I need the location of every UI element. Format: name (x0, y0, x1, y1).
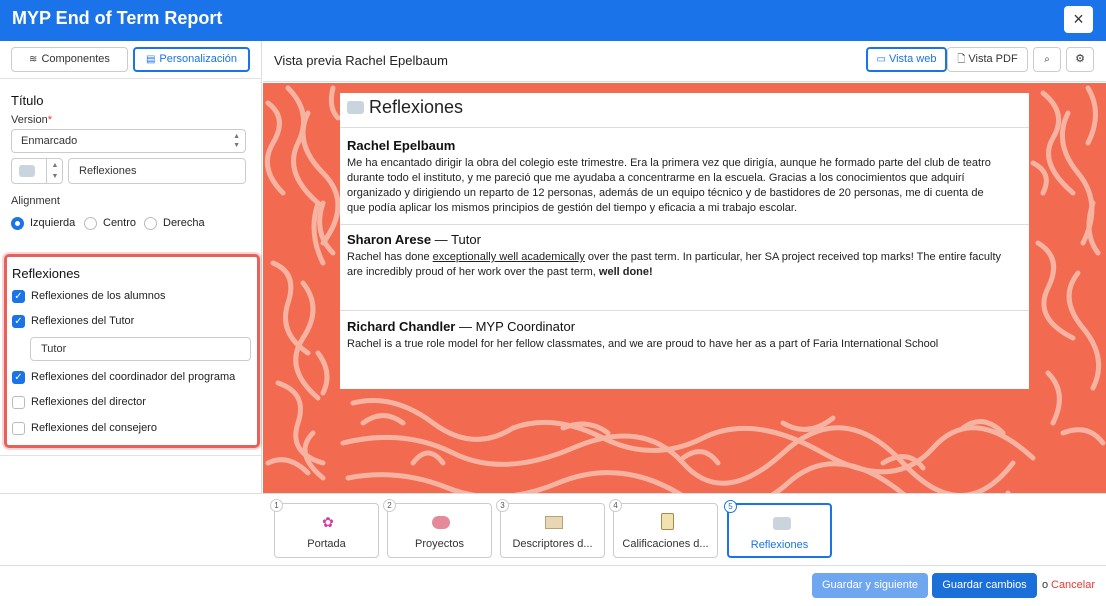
web-view-button[interactable]: ▭ Vista web (866, 47, 947, 72)
brain-icon (432, 513, 450, 531)
step-descriptores[interactable]: 3 Descriptores d... (496, 499, 605, 558)
step-number: 3 (496, 499, 509, 512)
checkbox-coordinador[interactable]: ✓ (12, 371, 25, 384)
step-reflexiones[interactable]: 5 Reflexiones (724, 500, 832, 558)
radio-centro-label: Centro (103, 217, 137, 229)
step-label: Portada (307, 538, 346, 550)
layers-icon: ≋ (29, 54, 38, 65)
step-calificaciones[interactable]: 4 Calificaciones d... (609, 499, 718, 558)
file-icon: 🗋 (957, 54, 966, 65)
step-label: Calificaciones d... (622, 538, 709, 550)
checkbox-alumnos-label: Reflexiones de los alumnos (31, 290, 166, 302)
preview-toolbar: Vista previa Rachel Epelbaum ▭ Vista web … (263, 41, 1106, 82)
version-select-value: Enmarcado (21, 135, 78, 147)
radio-derecha[interactable] (144, 217, 157, 230)
step-label: Reflexiones (750, 539, 809, 551)
step-portada[interactable]: 1 ✿ Portada (270, 499, 379, 558)
close-icon: × (1073, 9, 1084, 29)
card-heading: Reflexiones (347, 97, 463, 118)
step-number: 4 (609, 499, 622, 512)
step-number: 1 (270, 499, 283, 512)
step-number: 5 (724, 500, 737, 513)
radio-derecha-label: Derecha (163, 217, 205, 229)
radio-izquierda-label: Izquierda (30, 217, 76, 229)
checkbox-tutor-label: Reflexiones del Tutor (31, 315, 135, 327)
step-navigator: 1 ✿ Portada 2 Proyectos 3 Descriptores d… (0, 493, 1106, 565)
tutor-title-input[interactable]: Tutor (30, 337, 251, 361)
tab-personalizacion[interactable]: ▤ Personalización (133, 47, 250, 72)
page-title: MYP End of Term Report (12, 8, 223, 28)
clipboard-icon (658, 513, 676, 531)
alignment-label: Alignment (11, 195, 60, 207)
flower-icon: ✿ (322, 514, 334, 530)
pdf-view-label: Vista PDF (968, 53, 1018, 65)
entry-coordinator-name: Richard Chandler — MYP Coordinator (347, 319, 576, 334)
entry-coordinator-text: Rachel is a true role model for her fell… (347, 338, 939, 350)
radio-izquierda[interactable] (11, 217, 24, 230)
title-input[interactable]: Reflexiones (68, 158, 246, 184)
settings-button[interactable]: ⚙ (1066, 47, 1094, 72)
monitor-icon: ▭ (876, 54, 886, 65)
checkbox-director-label: Reflexiones del director (31, 396, 146, 408)
step-number: 2 (383, 499, 396, 512)
checkbox-consejero-label: Reflexiones del consejero (31, 422, 157, 434)
checkbox-tutor[interactable]: ✓ (12, 315, 25, 328)
step-label: Proyectos (415, 538, 464, 550)
reflections-heading: Reflexiones (12, 266, 80, 281)
sidebar: ≋ Componentes ▤ Personalización Título Ver… (0, 41, 262, 493)
or-text: o (1042, 579, 1049, 591)
entry-student-name: Rachel Epelbaum (347, 138, 456, 153)
checkbox-director[interactable] (12, 396, 25, 409)
sidebar-divider (0, 455, 262, 456)
card-heading-text: Reflexiones (369, 97, 464, 117)
grid-icon: ▤ (145, 54, 156, 65)
close-button[interactable]: × (1064, 6, 1093, 33)
card-divider (340, 127, 1029, 128)
stepper-arrows-icon[interactable]: ▲ ▼ (46, 159, 63, 183)
speech-bubble-icon (347, 101, 364, 114)
search-icon: ⌕ (1044, 54, 1050, 65)
step-label: Descriptores d... (512, 538, 593, 550)
reflections-card: Reflexiones Rachel Epelbaum Me ha encant… (340, 93, 1029, 389)
icon-picker[interactable]: ▲ ▼ (11, 158, 63, 184)
checkbox-coordinador-label: Reflexiones del coordinador del programa (31, 371, 236, 383)
sidebar-divider (0, 78, 262, 79)
checkbox-alumnos[interactable]: ✓ (12, 290, 25, 303)
web-view-label: Vista web (888, 53, 937, 65)
entry-tutor-name: Sharon Arese — Tutor (347, 232, 481, 247)
preview-canvas: Reflexiones Rachel Epelbaum Me ha encant… (263, 83, 1106, 493)
app-header: MYP End of Term Report × (0, 0, 1106, 41)
step-proyectos[interactable]: 2 Proyectos (383, 499, 492, 558)
cancel-link[interactable]: Cancelar (1051, 579, 1095, 591)
radio-centro[interactable] (84, 217, 97, 230)
entry-student-text: Me ha encantado dirigir la obra del cole… (347, 157, 991, 214)
tab-componentes-label: Componentes (41, 53, 110, 65)
save-and-next-button[interactable]: Guardar y siguiente (812, 573, 928, 598)
tab-componentes[interactable]: ≋ Componentes (11, 47, 128, 72)
pdf-view-button[interactable]: 🗋 Vista PDF (947, 47, 1028, 72)
entry-tutor-text: Rachel has done exceptionally well acade… (347, 251, 1002, 278)
checkbox-consejero[interactable] (12, 422, 25, 435)
select-arrows-icon: ▲ ▼ (233, 133, 240, 149)
tab-personalizacion-label: Personalización (159, 53, 238, 65)
save-button[interactable]: Guardar cambios (932, 573, 1037, 598)
gear-icon: ⚙ (1075, 53, 1085, 65)
version-label: Version* (11, 114, 52, 126)
card-divider (340, 310, 1029, 311)
book-icon (545, 513, 563, 531)
speech-bubble-icon (19, 165, 35, 177)
footer: Guardar y siguiente Guardar cambios o Ca… (0, 565, 1106, 606)
version-select[interactable]: Enmarcado ▲ ▼ (11, 129, 246, 153)
card-divider (340, 224, 1029, 225)
reflections-panel: Reflexiones ✓ Reflexiones de los alumnos… (4, 254, 260, 448)
title-section-heading: Título (11, 93, 44, 108)
zoom-button[interactable]: ⌕ (1033, 47, 1061, 72)
preview-title: Vista previa Rachel Epelbaum (274, 53, 448, 68)
speech-bubble-icon (773, 514, 791, 532)
